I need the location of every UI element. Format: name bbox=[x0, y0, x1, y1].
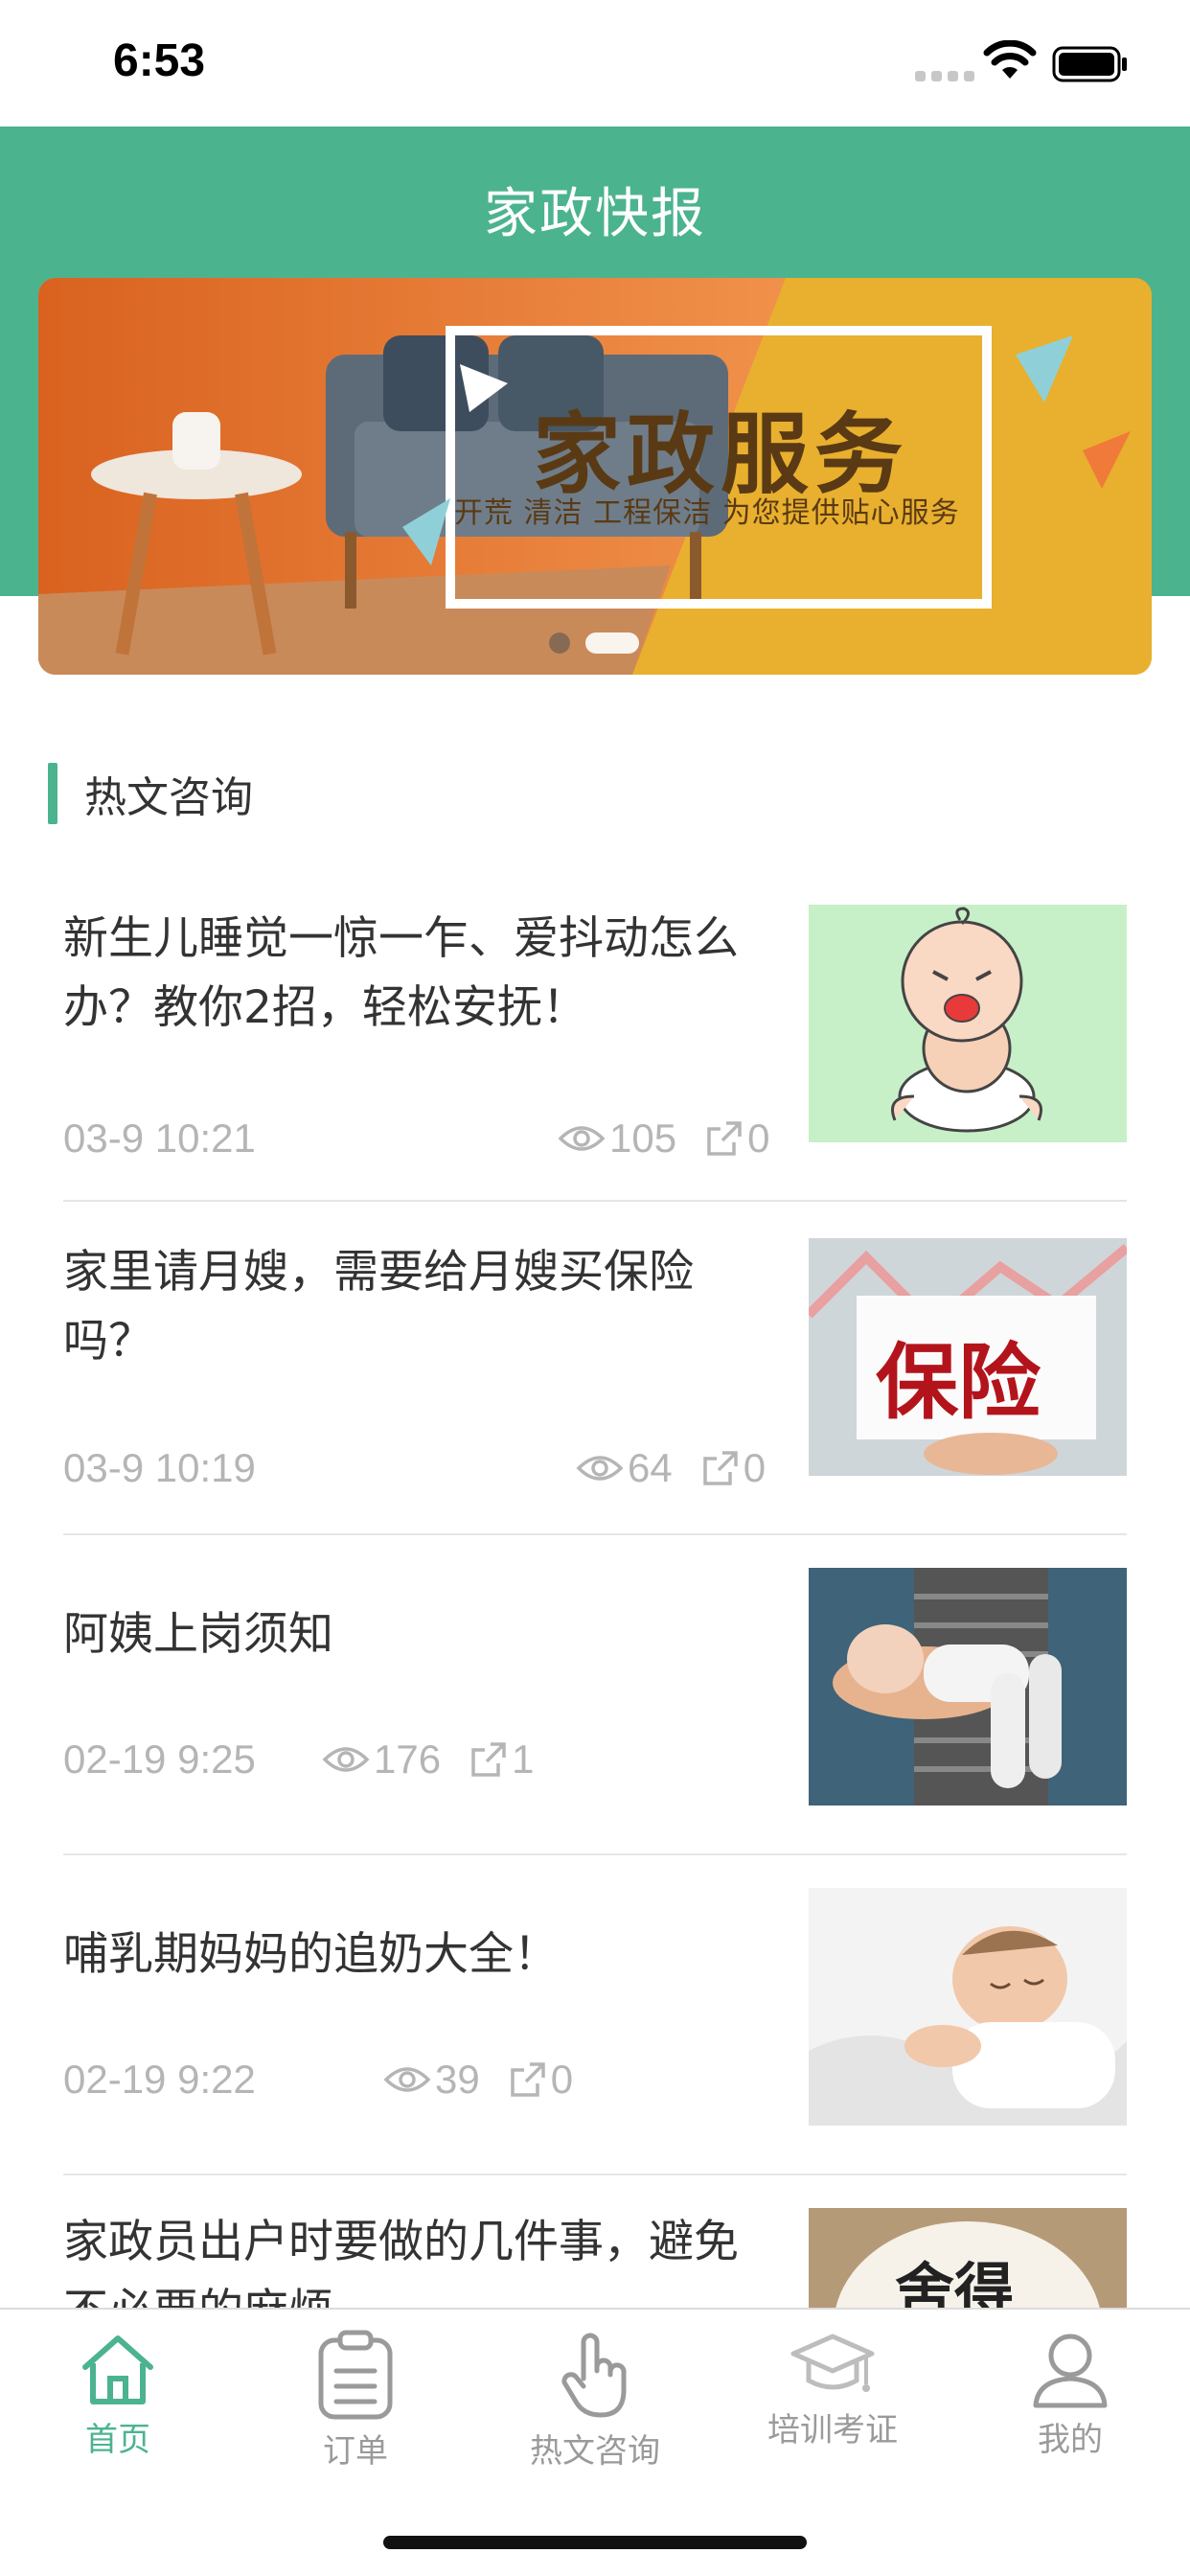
banner-carousel[interactable]: 家政服务 开荒 清洁 工程保洁 为您提供贴心服务 bbox=[38, 278, 1152, 675]
article-title[interactable]: 家政员出户时要做的几件事，避免不必要的麻烦 bbox=[63, 2208, 782, 2308]
article-title[interactable]: 哺乳期妈妈的追奶大全！ bbox=[63, 1920, 782, 1990]
section-accent-bar bbox=[48, 763, 57, 824]
share-count[interactable]: 0 bbox=[509, 2057, 573, 2103]
tab-label: 热文咨询 bbox=[530, 2432, 660, 2471]
article-thumbnail[interactable]: 舍得 bbox=[809, 2208, 1127, 2308]
status-time: 6:53 bbox=[113, 35, 206, 86]
carousel-dot-active[interactable] bbox=[585, 632, 639, 654]
carousel-indicator bbox=[549, 632, 639, 654]
view-count-value: 39 bbox=[435, 2057, 480, 2102]
eye-icon bbox=[558, 1126, 606, 1151]
article-date: 02-19 9:22 bbox=[63, 2057, 256, 2102]
article-stats: 39 0 bbox=[383, 2057, 573, 2103]
sleeping-baby-icon bbox=[809, 1888, 1127, 2126]
article-title[interactable]: 阿姨上岗须知 bbox=[63, 1600, 782, 1669]
clipboard-icon bbox=[318, 2330, 393, 2420]
battery-icon bbox=[1052, 46, 1127, 82]
tab-label: 订单 bbox=[323, 2432, 388, 2471]
status-bar: 6:53 bbox=[0, 0, 1190, 126]
article-item[interactable]: 哺乳期妈妈的追奶大全！ 02-19 9:22 39 0 bbox=[63, 1888, 1127, 2137]
banner-subline: 开荒 清洁 工程保洁 为您提供贴心服务 bbox=[454, 496, 960, 530]
view-count: 39 bbox=[383, 2057, 480, 2103]
eye-icon bbox=[322, 1747, 370, 1772]
thumbnail-text: 舍得 bbox=[895, 2256, 1015, 2308]
share-count[interactable]: 0 bbox=[701, 1445, 766, 1491]
view-count-value: 64 bbox=[628, 1445, 673, 1490]
share-count[interactable]: 1 bbox=[469, 1736, 534, 1782]
page-title: 家政快报 bbox=[484, 183, 706, 245]
article-stats: 105 0 bbox=[558, 1116, 769, 1162]
share-icon bbox=[702, 1451, 738, 1485]
article-item[interactable]: 家里请月嫂，需要给月嫂买保险吗？ 03-9 10:19 64 0 保险 bbox=[63, 1238, 1127, 1490]
view-count: 105 bbox=[558, 1116, 676, 1162]
eye-icon bbox=[576, 1456, 624, 1481]
article-thumbnail[interactable] bbox=[809, 1888, 1127, 2126]
wifi-icon bbox=[983, 40, 1037, 79]
eye-icon bbox=[383, 2067, 431, 2092]
section-title: 热文咨询 bbox=[84, 773, 253, 822]
list-divider bbox=[63, 1533, 1127, 1535]
article-item[interactable]: 阿姨上岗须知 02-19 9:25 176 1 bbox=[63, 1568, 1127, 1817]
article-title[interactable]: 新生儿睡觉一惊一乍、爱抖动怎么办？教你2招，轻松安抚！ bbox=[63, 905, 782, 1043]
section-header: 热文咨询 bbox=[48, 763, 253, 824]
share-count[interactable]: 0 bbox=[705, 1116, 769, 1162]
view-count: 64 bbox=[576, 1445, 673, 1491]
share-icon bbox=[510, 2062, 545, 2097]
article-date: 02-19 9:25 bbox=[63, 1736, 256, 1782]
article-item[interactable]: 家政员出户时要做的几件事，避免不必要的麻烦 舍得 bbox=[63, 2208, 1127, 2308]
view-count-value: 105 bbox=[609, 1116, 677, 1161]
article-title[interactable]: 家里请月嫂，需要给月嫂买保险吗？ bbox=[63, 1238, 782, 1376]
article-date: 03-9 10:19 bbox=[63, 1445, 256, 1490]
article-thumbnail[interactable] bbox=[809, 905, 1127, 1142]
tab-training[interactable]: 培训考证 bbox=[746, 2329, 919, 2450]
carousel-dot[interactable] bbox=[549, 632, 570, 654]
article-thumbnail[interactable]: 保险 bbox=[809, 1238, 1127, 1476]
crying-baby-icon bbox=[891, 907, 1042, 1133]
tab-label: 我的 bbox=[1038, 2421, 1103, 2459]
holding-baby-icon bbox=[809, 1568, 1127, 1806]
hand-pointer-icon bbox=[561, 2333, 627, 2418]
tab-orders[interactable]: 订单 bbox=[269, 2329, 442, 2472]
user-icon bbox=[1033, 2334, 1108, 2408]
tab-profile[interactable]: 我的 bbox=[984, 2329, 1156, 2460]
list-divider bbox=[63, 1200, 1127, 1202]
share-count-value: 0 bbox=[747, 1116, 770, 1161]
view-count-value: 176 bbox=[374, 1736, 442, 1782]
list-divider bbox=[63, 1853, 1127, 1855]
article-stats: 64 0 bbox=[576, 1445, 766, 1491]
tab-label: 首页 bbox=[85, 2421, 150, 2459]
tab-articles[interactable]: 热文咨询 bbox=[509, 2329, 681, 2472]
view-count: 176 bbox=[322, 1736, 441, 1782]
share-count-value: 1 bbox=[512, 1736, 535, 1782]
share-icon bbox=[471, 1742, 506, 1777]
list-divider bbox=[63, 2174, 1127, 2175]
share-icon bbox=[707, 1121, 742, 1156]
thumbnail-text: 保险 bbox=[876, 1334, 1041, 1431]
article-stats: 176 1 bbox=[322, 1736, 534, 1782]
home-icon bbox=[82, 2335, 153, 2404]
tab-home[interactable]: 首页 bbox=[32, 2329, 204, 2460]
share-count-value: 0 bbox=[743, 1445, 767, 1490]
tab-label: 培训考证 bbox=[767, 2411, 898, 2450]
graduation-cap-icon bbox=[790, 2334, 875, 2392]
article-thumbnail[interactable] bbox=[809, 1568, 1127, 1806]
cellular-signal-icon bbox=[915, 71, 974, 81]
article-date: 03-9 10:21 bbox=[63, 1116, 256, 1161]
share-count-value: 0 bbox=[550, 2057, 574, 2102]
home-indicator[interactable] bbox=[383, 2536, 807, 2549]
article-item[interactable]: 新生儿睡觉一惊一乍、爱抖动怎么办？教你2招，轻松安抚！ 03-9 10:21 1… bbox=[63, 905, 1127, 1161]
